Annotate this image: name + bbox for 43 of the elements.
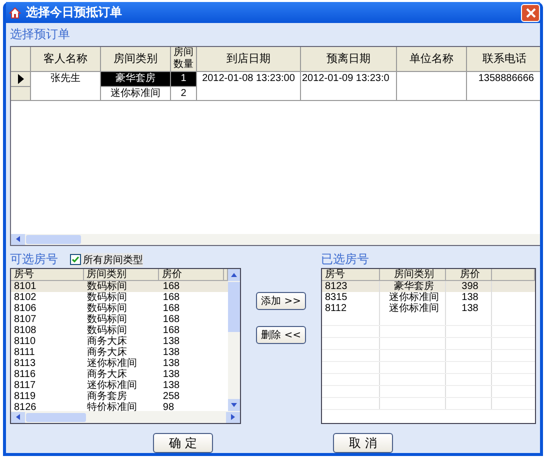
scroll-left-button[interactable] (11, 234, 25, 245)
column-header[interactable]: 客人名称 (31, 47, 101, 72)
table-cell: 豪华套房 (101, 72, 171, 87)
horizontal-scrollbar[interactable] (11, 234, 540, 245)
window-title: 选择今日预抵订单 (26, 4, 123, 21)
column-header[interactable]: 单位名称 (397, 47, 467, 72)
vertical-scrollbar[interactable] (228, 269, 240, 411)
table-cell (397, 72, 467, 101)
close-icon (526, 8, 536, 18)
list-row[interactable]: 8117 迷你标准间 138 (11, 380, 228, 391)
remove-button[interactable]: 删除 << (256, 326, 306, 344)
list-row[interactable]: 8106 数码标间 168 (11, 303, 228, 314)
list-row[interactable]: 8108 数码标间 168 (11, 325, 228, 336)
table-cell: 2012-01-09 13:23:0 (301, 72, 397, 101)
section-title: 可选房号 (10, 251, 58, 268)
section-title: 选择预订单 (10, 26, 71, 43)
list-row[interactable]: 8107 数码标间 168 (11, 314, 228, 325)
table-cell: 迷你标准间 (101, 87, 171, 101)
column-header[interactable]: 房间类别 (101, 47, 171, 72)
list-row[interactable]: 8101 数码标间 168 (11, 281, 228, 292)
column-header[interactable]: 到店日期 (197, 47, 301, 72)
row-header[interactable] (11, 72, 31, 87)
header-corner (11, 47, 31, 72)
checkmark-icon (71, 255, 80, 264)
table-cell: 1 (171, 72, 197, 87)
table-cell: 2012-01-08 13:23:00 (197, 72, 301, 101)
house-icon (9, 6, 21, 18)
cancel-button[interactable]: 取 消 (333, 433, 393, 453)
list-row[interactable]: 8315 迷你标准间 138 (322, 292, 535, 303)
table-cell: 1358886666 (467, 72, 540, 101)
checkbox[interactable] (70, 254, 81, 265)
close-button[interactable] (521, 4, 540, 22)
column-header[interactable]: 预离日期 (301, 47, 397, 72)
table-cell: 2 (171, 87, 197, 101)
ok-button[interactable]: 确 定 (153, 433, 213, 453)
list-row[interactable]: 8113 迷你标准间 138 (11, 358, 228, 369)
column-header[interactable]: 联系电话 (467, 47, 540, 72)
horizontal-scrollbar[interactable] (11, 411, 240, 423)
list-row[interactable]: 8102 数码标间 168 (11, 292, 228, 303)
add-button[interactable]: 添加 >> (256, 292, 306, 310)
list-row[interactable]: 8112 迷你标准间 138 (322, 303, 535, 314)
list-row[interactable]: 8126 特价标准间 98 (11, 402, 228, 411)
section-title: 已选房号 (321, 251, 369, 268)
